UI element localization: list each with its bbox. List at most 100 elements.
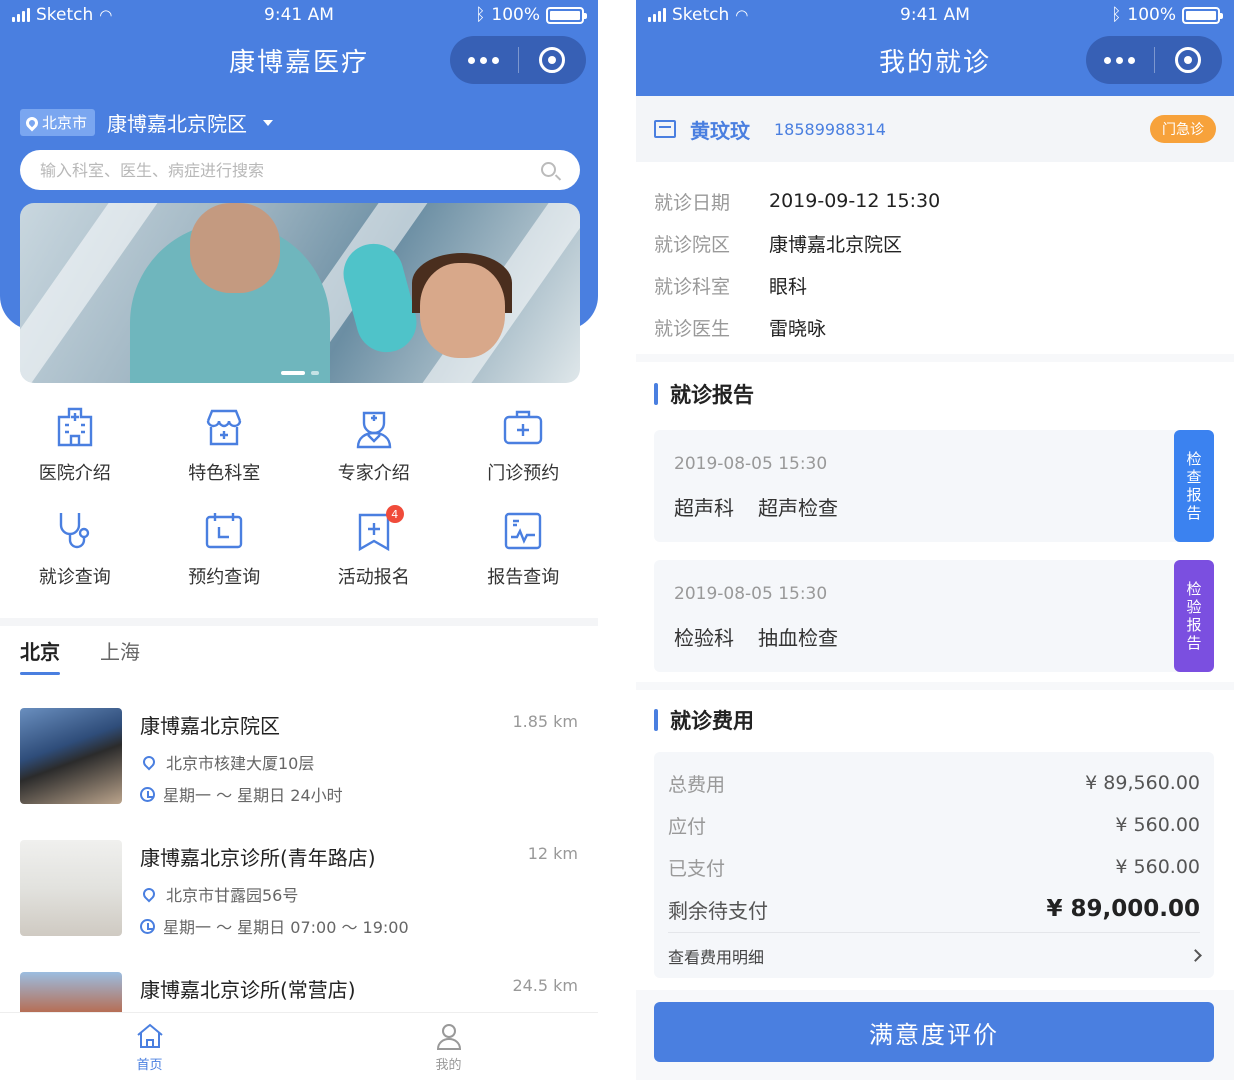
report-type-label: 检验报告 [1186, 580, 1202, 652]
visit-type-badge: 门急诊 [1150, 115, 1216, 143]
search-icon[interactable] [541, 162, 556, 177]
city-tag[interactable]: 北京市 [20, 109, 96, 136]
tab-shanghai[interactable]: 上海 [100, 636, 140, 675]
satisfaction-review-button[interactable]: 满意度评价 [654, 1002, 1214, 1062]
status-bar: Sketch ◠ 9:41 AM ᛒ 100% [0, 0, 598, 32]
tab-home[interactable]: 首页 [0, 1013, 299, 1080]
calendar-icon [654, 120, 676, 138]
battery-percent: 100% [1127, 5, 1176, 25]
fee-label: 总费用 [668, 773, 726, 796]
hospital-name: 康博嘉北京院区 [140, 714, 280, 738]
event-icon: 4 [352, 505, 404, 553]
calendar-icon [202, 509, 246, 553]
more-icon[interactable] [1086, 56, 1154, 64]
menu-event-signup[interactable]: 4 活动报名 [299, 505, 449, 595]
report-type-tag[interactable]: 检验报告 [1174, 560, 1214, 672]
close-program-icon[interactable] [1155, 47, 1223, 73]
menu-label: 特色科室 [188, 463, 261, 484]
report-time: 2019-08-05 15:30 [674, 454, 828, 474]
section-title: 就诊报告 [636, 374, 1234, 414]
department-icon [202, 405, 246, 449]
patient-card: 黄玟玟 18589988314 门急诊 [636, 96, 1234, 162]
event-badge: 4 [385, 505, 404, 523]
menu-label: 医院介绍 [38, 463, 111, 484]
city-label: 北京市 [42, 114, 88, 132]
visit-details: 就诊日期 2019-09-12 15:30 就诊院区 康博嘉北京院区 就诊科室 眼科 … [636, 162, 1234, 354]
campus-name[interactable]: 康博嘉北京院区 [107, 108, 247, 137]
detail-key: 就诊科室 [654, 275, 731, 298]
menu-label: 活动报名 [337, 567, 410, 588]
fee-detail-label: 查看费用明细 [668, 947, 765, 967]
hospital-name: 康博嘉北京诊所(青年路店) [140, 846, 376, 870]
hospital-icon [53, 405, 97, 449]
home-icon [136, 1023, 163, 1048]
bottom-tab-bar: 首页 我的 [0, 1012, 598, 1080]
detail-key: 就诊医生 [654, 317, 731, 340]
hospital-hours: 星期一 ～ 星期日 07:00 ～ 19:00 [163, 918, 409, 937]
location-selector[interactable]: 北京市 康博嘉北京院区 [20, 108, 274, 137]
location-pin-icon [140, 753, 158, 771]
report-icon [501, 509, 545, 553]
more-icon[interactable] [450, 56, 518, 64]
bluetooth-icon: ᛒ [475, 5, 486, 25]
detail-value: 眼科 [769, 275, 808, 298]
battery-icon [546, 6, 587, 24]
tab-mine[interactable]: 我的 [299, 1013, 598, 1080]
location-pin-icon [140, 885, 158, 903]
hospital-address: 北京市甘露园56号 [166, 886, 299, 905]
menu-label: 预约查询 [188, 567, 261, 588]
bluetooth-icon: ᛒ [1111, 5, 1122, 25]
report-item: 超声检查 [758, 496, 838, 520]
report-item: 抽血检查 [758, 626, 838, 650]
section-title: 就诊费用 [636, 700, 1234, 740]
report-card[interactable]: 2019-08-05 15:30 超声科 超声检查 检查报告 [654, 430, 1214, 542]
fee-total-amount: ¥ 89,000.00 [1046, 896, 1200, 922]
chevron-right-icon [1189, 949, 1202, 962]
patient-phone: 18589988314 [774, 119, 886, 139]
menu-visit-query[interactable]: 就诊查询 [0, 509, 150, 595]
location-pin-icon [23, 114, 41, 131]
battery-percent: 100% [491, 5, 540, 25]
search-input[interactable] [20, 150, 580, 190]
menu-departments[interactable]: 特色科室 [150, 405, 300, 491]
detail-value: 2019-09-12 15:30 [769, 190, 941, 212]
visit-reports-section: 就诊报告 2019-08-05 15:30 超声科 超声检查 检查报告 2019-… [636, 362, 1234, 682]
dropdown-caret-icon[interactable] [263, 119, 274, 126]
report-time: 2019-08-05 15:30 [674, 584, 828, 604]
menu-booking-query[interactable]: 预约查询 [150, 509, 300, 595]
menu-report-query[interactable]: 报告查询 [449, 509, 599, 595]
close-program-icon[interactable] [519, 47, 587, 73]
tab-beijing[interactable]: 北京 [20, 636, 60, 675]
menu-experts[interactable]: 专家介绍 [299, 405, 449, 491]
battery-icon [1182, 6, 1223, 24]
menu-label: 报告查询 [487, 567, 560, 588]
fee-amount: ¥ 89,560.00 [1085, 772, 1200, 794]
menu-outpatient-booking[interactable]: 门诊预约 [449, 405, 599, 491]
report-card[interactable]: 2019-08-05 15:30 检验科 抽血检查 检验报告 [654, 560, 1214, 672]
report-type-tag[interactable]: 检查报告 [1174, 430, 1214, 542]
hospital-photo [20, 840, 122, 936]
clock-icon [140, 786, 155, 802]
tab-label: 首页 [136, 1058, 163, 1073]
fee-label: 应付 [668, 815, 707, 838]
list-item[interactable]: 康博嘉北京诊所(青年路店) 12 km 北京市甘露园56号 星期一 ～ 星期日 … [0, 838, 598, 970]
banner-carousel[interactable] [20, 203, 580, 383]
fee-amount: ¥ 560.00 [1115, 856, 1200, 878]
doctor-icon [352, 405, 396, 449]
status-bar: Sketch ◠ 9:41 AM ᛒ 100% [636, 0, 1234, 32]
menu-label: 门诊预约 [487, 463, 560, 484]
menu-hospital-intro[interactable]: 医院介绍 [0, 405, 150, 491]
detail-value: 康博嘉北京院区 [769, 233, 903, 256]
hospital-name: 康博嘉北京诊所(常营店) [140, 978, 356, 1002]
detail-key: 就诊院区 [654, 233, 731, 256]
fee-summary: 总费用 ¥ 89,560.00 应付 ¥ 560.00 已支付 ¥ 560.00 剩余… [654, 752, 1214, 978]
hospital-distance: 24.5 km [512, 976, 578, 995]
report-dept: 检验科 [674, 626, 734, 650]
report-type-label: 检查报告 [1186, 450, 1202, 522]
mini-program-capsule [450, 36, 586, 84]
menu-label: 专家介绍 [337, 463, 410, 484]
patient-name: 黄玟玟 [690, 118, 750, 143]
fee-detail-link[interactable]: 查看费用明细 [668, 932, 1202, 978]
list-item[interactable]: 康博嘉北京院区 1.85 km 北京市核建大厦10层 星期一 ～ 星期日 24小… [0, 706, 598, 838]
medical-kit-icon [501, 405, 545, 449]
